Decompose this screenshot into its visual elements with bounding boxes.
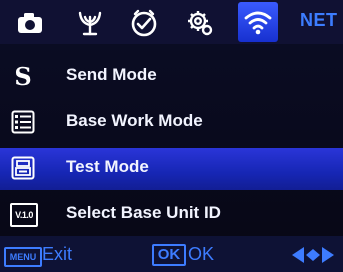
- tab-trigger[interactable]: [70, 6, 110, 40]
- tab-camera[interactable]: [10, 6, 50, 40]
- trigger-icon: [78, 11, 102, 36]
- menu-item-select-base-unit-id[interactable]: V.1.0 Select Base Unit ID: [0, 194, 343, 234]
- menu-item-test-mode[interactable]: Test Mode: [0, 148, 343, 190]
- menu-item-send-mode[interactable]: S Send Mode: [0, 56, 343, 96]
- timer-icon: [131, 9, 157, 37]
- ok-label: OK: [188, 244, 215, 264]
- tab-settings[interactable]: [180, 6, 220, 40]
- send-mode-icon: S: [10, 61, 36, 91]
- bottom-bar: MENU Exit OK OK: [0, 236, 343, 272]
- list-icon: [10, 109, 36, 135]
- test-mode-icon: [10, 155, 36, 181]
- version-icon: V.1.0: [10, 203, 38, 227]
- menu-key-button[interactable]: MENU: [4, 247, 42, 267]
- camera-menu-screen: NET S Send Mode Base Work Mode Test Mode…: [0, 0, 343, 272]
- settings-icon: [188, 11, 213, 36]
- camera-icon: [18, 13, 42, 33]
- left-right-arrows-icon: [292, 247, 334, 263]
- menu-item-label: Send Mode: [66, 65, 157, 84]
- exit-label: Exit: [42, 244, 73, 264]
- menu-item-base-work-mode[interactable]: Base Work Mode: [0, 102, 343, 142]
- ok-key-button[interactable]: OK: [152, 244, 186, 266]
- wifi-icon: [244, 11, 272, 35]
- tab-network[interactable]: [238, 2, 278, 42]
- version-icon-text: V.1.0: [15, 210, 33, 220]
- tab-timer[interactable]: [124, 6, 164, 40]
- tab-bar: NET: [0, 0, 343, 44]
- tab-net-label: NET: [300, 10, 338, 30]
- menu-item-label: Test Mode: [66, 157, 149, 176]
- menu-item-label: Base Work Mode: [66, 111, 203, 130]
- send-mode-icon-text: S: [14, 61, 32, 91]
- menu-item-label: Select Base Unit ID: [66, 203, 221, 222]
